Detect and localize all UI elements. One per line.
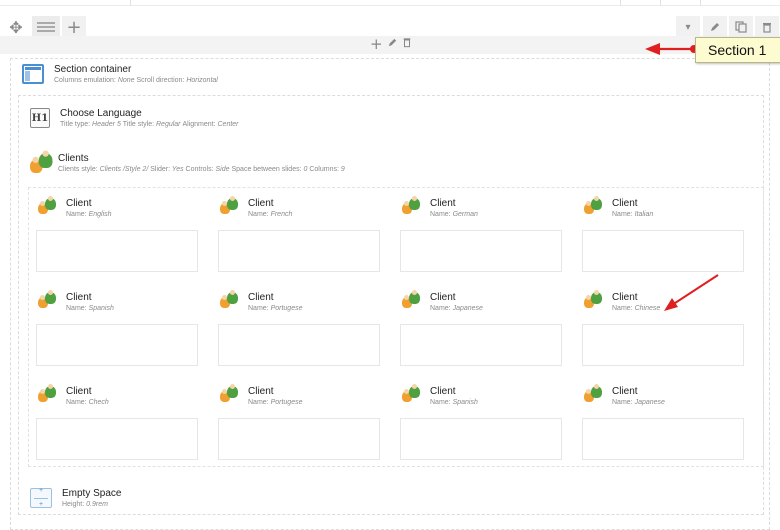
- trash-icon: [403, 38, 410, 48]
- language-title: Choose Language: [60, 108, 142, 119]
- client-preview-box[interactable]: [36, 324, 198, 366]
- layout-bars-icon: [37, 22, 55, 32]
- client-icon: [220, 196, 238, 214]
- edit-row-button[interactable]: [387, 37, 398, 52]
- client-icon: [38, 384, 56, 402]
- client-preview-box[interactable]: [400, 324, 562, 366]
- layout-button[interactable]: [32, 16, 60, 38]
- client-title: Client: [66, 198, 92, 209]
- section-container-icon: [22, 64, 44, 84]
- clients-block[interactable]: Clients Clients style: Clients /Style 2/…: [30, 150, 345, 175]
- client-preview-box[interactable]: [36, 230, 198, 272]
- divider: [620, 0, 621, 6]
- client-preview-box[interactable]: [218, 230, 380, 272]
- client-title: Client: [248, 386, 274, 397]
- pencil-icon: [711, 23, 719, 31]
- client-name: Name: Portugese: [248, 399, 303, 406]
- divider: [700, 0, 701, 6]
- language-meta: Title type: Header 5 Title style: Regula…: [60, 121, 239, 128]
- client-icon: [584, 384, 602, 402]
- divider: [130, 0, 131, 6]
- client-name: Name: Portugese: [248, 305, 303, 312]
- client-preview-box[interactable]: [218, 418, 380, 460]
- section-mid-tools: +: [370, 37, 412, 52]
- client-icon: [584, 290, 602, 308]
- dropdown-button[interactable]: ▾: [676, 16, 700, 38]
- client-item-7[interactable]: Client Name: Japanese: [394, 284, 562, 372]
- add-column-button[interactable]: +: [62, 16, 86, 38]
- client-name: Name: German: [430, 211, 478, 218]
- client-title: Client: [430, 386, 456, 397]
- client-name: Name: Italian: [612, 211, 654, 218]
- clients-title: Clients: [58, 153, 89, 164]
- client-name: Name: Chinese: [612, 305, 661, 312]
- clients-meta: Clients style: Clients /Style 2/ Slider:…: [58, 166, 345, 173]
- edit-section-button[interactable]: [703, 16, 727, 38]
- section-container-meta: Columns emulation: None Scroll direction…: [54, 77, 218, 84]
- clone-section-button[interactable]: [729, 16, 753, 38]
- delete-row-button[interactable]: [402, 37, 412, 52]
- client-item-4[interactable]: Client Name: Italian: [576, 190, 744, 278]
- top-strip: [0, 0, 780, 6]
- delete-section-button[interactable]: [755, 16, 779, 38]
- client-item-11[interactable]: Client Name: Spanish: [394, 378, 562, 466]
- client-name: Name: Spanish: [66, 305, 114, 312]
- client-item-10[interactable]: Client Name: Portugese: [212, 378, 380, 466]
- language-title-block[interactable]: H1 Choose Language Title type: Header 5 …: [30, 108, 239, 130]
- pencil-icon: [388, 38, 396, 47]
- empty-space-icon: +: [30, 487, 52, 508]
- client-preview-box[interactable]: [582, 418, 744, 460]
- client-icon: [220, 384, 238, 402]
- client-title: Client: [612, 292, 638, 303]
- client-item-6[interactable]: Client Name: Portugese: [212, 284, 380, 372]
- client-item-1[interactable]: Client Name: English: [30, 190, 198, 278]
- client-title: Client: [430, 198, 456, 209]
- divider: [660, 0, 661, 6]
- move-icon[interactable]: ✥: [5, 16, 27, 38]
- client-icon: [38, 196, 56, 214]
- section-container-header[interactable]: Section container Columns emulation: Non…: [22, 64, 218, 86]
- heading-icon: H1: [30, 108, 50, 128]
- client-icon: [220, 290, 238, 308]
- client-icon: [402, 384, 420, 402]
- client-title: Client: [430, 292, 456, 303]
- add-row-button[interactable]: +: [370, 37, 383, 52]
- client-icon: [38, 290, 56, 308]
- section-callout: Section 1: [695, 37, 780, 63]
- client-preview-box[interactable]: [582, 324, 744, 366]
- client-title: Client: [612, 386, 638, 397]
- empty-space-block[interactable]: + Empty Space Height: 0.9rem: [30, 487, 122, 510]
- client-title: Client: [66, 292, 92, 303]
- client-icon: [402, 196, 420, 214]
- client-preview-box[interactable]: [400, 230, 562, 272]
- client-item-2[interactable]: Client Name: French: [212, 190, 380, 278]
- client-item-8[interactable]: Client Name: Chinese: [576, 284, 744, 372]
- client-name: Name: Chech: [66, 399, 109, 406]
- client-title: Client: [66, 386, 92, 397]
- client-preview-box[interactable]: [400, 418, 562, 460]
- client-item-5[interactable]: Client Name: Spanish: [30, 284, 198, 372]
- client-title: Client: [248, 292, 274, 303]
- client-preview-box[interactable]: [218, 324, 380, 366]
- client-name: Name: Spanish: [430, 399, 478, 406]
- client-name: Name: Japanese: [430, 305, 483, 312]
- section-container-title: Section container: [54, 64, 132, 75]
- trash-icon: [763, 23, 771, 33]
- client-preview-box[interactable]: [36, 418, 198, 460]
- client-item-12[interactable]: Client Name: Japanese: [576, 378, 744, 466]
- client-icon: [584, 196, 602, 214]
- client-item-3[interactable]: Client Name: German: [394, 190, 562, 278]
- client-preview-box[interactable]: [582, 230, 744, 272]
- client-title: Client: [248, 198, 274, 209]
- clients-icon: [30, 150, 53, 173]
- client-name: Name: French: [248, 211, 293, 218]
- client-title: Client: [612, 198, 638, 209]
- clone-icon: [735, 21, 747, 33]
- client-name: Name: Japanese: [612, 399, 665, 406]
- empty-space-meta: Height: 0.9rem: [62, 501, 108, 508]
- client-icon: [402, 290, 420, 308]
- client-item-9[interactable]: Client Name: Chech: [30, 378, 198, 466]
- client-name: Name: English: [66, 211, 112, 218]
- empty-space-title: Empty Space: [62, 488, 122, 499]
